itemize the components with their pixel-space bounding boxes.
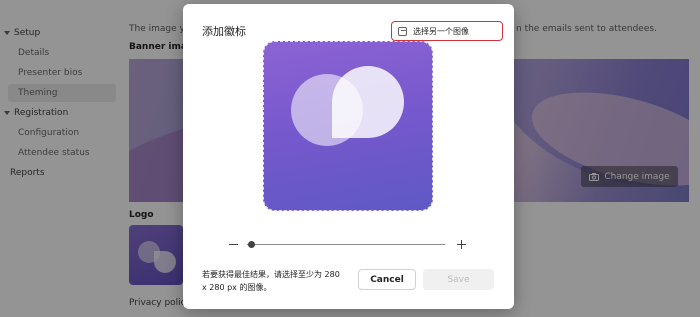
zoom-slider-track[interactable] xyxy=(247,244,445,245)
dialog-title: 添加徽标 xyxy=(202,25,246,38)
zoom-slider-thumb[interactable] xyxy=(247,241,255,248)
image-icon xyxy=(398,26,407,36)
add-logo-dialog: 添加徽标 选择另一个图像 若要获得最佳结果，请选择至少为 280 x 280 p… xyxy=(183,4,514,309)
logo-graphic xyxy=(291,66,404,146)
zoom-out-icon[interactable] xyxy=(229,244,238,245)
choose-another-image-button[interactable]: 选择另一个图像 xyxy=(391,21,503,41)
logo-crop-preview[interactable] xyxy=(263,41,433,211)
choose-another-image-label: 选择另一个图像 xyxy=(413,26,469,36)
zoom-slider[interactable] xyxy=(229,238,469,252)
save-button[interactable]: Save xyxy=(423,269,494,290)
zoom-in-icon-stroke xyxy=(461,240,462,249)
image-size-hint: 若要获得最佳结果，请选择至少为 280 x 280 px 的图像。 xyxy=(202,270,340,292)
cancel-button[interactable]: Cancel xyxy=(358,269,416,290)
